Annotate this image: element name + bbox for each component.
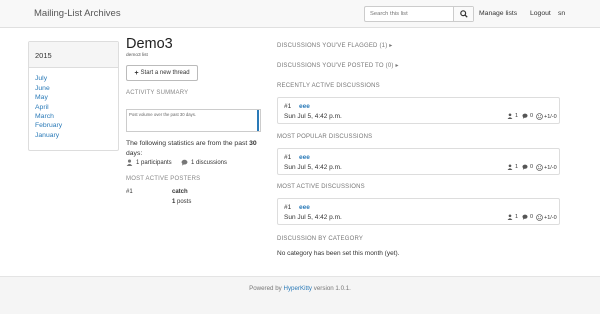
thread-replies: 0 bbox=[522, 113, 533, 119]
search-button[interactable] bbox=[453, 7, 473, 21]
thread-participants: 1 bbox=[507, 113, 518, 119]
thread-votes: +1/-0 bbox=[536, 164, 557, 171]
thread-card[interactable]: #1 eee Sun Jul 5, 4:42 p.m. 1 0 +1/-0 bbox=[277, 97, 560, 124]
discussions-count: 1 discussions bbox=[191, 159, 228, 166]
stats-prefix: The following statistics are from the pa… bbox=[126, 140, 250, 147]
poster-name[interactable]: catch bbox=[172, 189, 188, 195]
search-input[interactable] bbox=[365, 7, 455, 21]
sidebar-year-header: 2015 bbox=[29, 42, 118, 68]
month-link[interactable]: February bbox=[35, 122, 62, 129]
thread-date: Sun Jul 5, 4:42 p.m. bbox=[284, 164, 342, 171]
most-popular-title: MOST POPULAR DISCUSSIONS bbox=[277, 134, 373, 140]
manage-lists-link[interactable]: Manage lists bbox=[479, 10, 517, 17]
user-icon bbox=[126, 159, 133, 166]
poster-posts: 1 posts bbox=[172, 199, 191, 205]
site-brand[interactable]: Mailing-List Archives bbox=[34, 8, 121, 19]
hyperkitty-link[interactable]: HyperKitty bbox=[283, 285, 312, 292]
activity-chart: Post volume over the past 30 days. bbox=[126, 109, 261, 132]
thread-replies: 0 bbox=[522, 164, 533, 170]
thread-date: Sun Jul 5, 4:42 p.m. bbox=[284, 113, 342, 120]
thread-card[interactable]: #1 eee Sun Jul 5, 4:42 p.m. 1 0 +1/-0 bbox=[277, 148, 560, 175]
most-active-posters-title: MOST ACTIVE POSTERS bbox=[126, 176, 201, 182]
smile-icon bbox=[536, 164, 543, 171]
thread-subject[interactable]: eee bbox=[299, 103, 310, 110]
stats-text: The following statistics are from the pa… bbox=[126, 139, 266, 159]
recently-active-title: RECENTLY ACTIVE DISCUSSIONS bbox=[277, 83, 380, 89]
discussions-stat: 1 discussions bbox=[181, 159, 227, 166]
caret-right-icon: ▸ bbox=[395, 63, 399, 69]
thread-replies: 0 bbox=[522, 214, 533, 220]
by-category-title: DISCUSSION BY CATEGORY bbox=[277, 236, 364, 242]
replies-count: 0 bbox=[530, 164, 534, 170]
month-link[interactable]: June bbox=[35, 85, 50, 92]
list-subtitle: demo3 list bbox=[126, 53, 148, 58]
new-thread-label: Start a new thread bbox=[140, 70, 190, 76]
page-footer: Powered by HyperKitty version 1.0.1. bbox=[0, 276, 600, 314]
stats-suffix: days: bbox=[126, 150, 143, 157]
chart-caption: Post volume over the past 30 days. bbox=[129, 112, 197, 117]
activity-summary-title: ACTIVITY SUMMARY bbox=[126, 90, 189, 96]
participants-count: 1 bbox=[515, 164, 519, 170]
thread-number: #1 bbox=[284, 154, 292, 161]
smile-icon bbox=[536, 214, 543, 221]
user-icon bbox=[507, 113, 513, 119]
smile-icon bbox=[536, 113, 543, 120]
user-icon bbox=[507, 164, 513, 170]
new-thread-button[interactable]: + Start a new thread bbox=[126, 65, 198, 81]
posted-discussions-label: DISCUSSIONS YOU'VE POSTED TO (0) bbox=[277, 63, 394, 69]
footer-suffix: version 1.0.1. bbox=[312, 285, 351, 292]
poster-posts-label: posts bbox=[175, 199, 192, 205]
footer-prefix: Powered by bbox=[249, 285, 284, 292]
comment-icon bbox=[522, 164, 528, 170]
thread-number: #1 bbox=[284, 103, 292, 110]
thread-votes: +1/-0 bbox=[536, 214, 557, 221]
top-navbar: Mailing-List Archives Manage lists Logou… bbox=[0, 0, 600, 28]
footer-text: Powered by HyperKitty version 1.0.1. bbox=[0, 285, 600, 292]
plus-icon: + bbox=[134, 69, 139, 77]
thread-number: #1 bbox=[284, 204, 292, 211]
logout-link[interactable]: Logout bbox=[530, 10, 551, 17]
activity-bar bbox=[256, 110, 259, 131]
thread-subject[interactable]: eee bbox=[299, 204, 310, 211]
main-content: 2015 July June May April March February … bbox=[0, 28, 600, 276]
replies-count: 0 bbox=[530, 214, 534, 220]
month-link[interactable]: March bbox=[35, 113, 54, 120]
comment-icon bbox=[522, 113, 528, 119]
comment-icon bbox=[522, 214, 528, 220]
replies-count: 0 bbox=[530, 113, 534, 119]
sidebar-year[interactable]: 2015 bbox=[35, 51, 52, 60]
thread-participants: 1 bbox=[507, 164, 518, 170]
comment-icon bbox=[181, 159, 188, 166]
user-icon bbox=[507, 214, 513, 220]
participants-stat: 1 participants bbox=[126, 159, 172, 166]
user-menu[interactable]: sn bbox=[558, 10, 565, 17]
month-link[interactable]: January bbox=[35, 132, 59, 139]
search-box bbox=[364, 6, 474, 22]
participants-count: 1 bbox=[515, 214, 519, 220]
thread-date: Sun Jul 5, 4:42 p.m. bbox=[284, 214, 342, 221]
thread-subject[interactable]: eee bbox=[299, 154, 310, 161]
caret-right-icon: ▸ bbox=[389, 43, 393, 49]
votes-count: +1/-0 bbox=[544, 113, 557, 120]
thread-votes: +1/-0 bbox=[536, 113, 557, 120]
participants-count: 1 bbox=[515, 113, 519, 119]
stats-days: 30 bbox=[249, 140, 257, 147]
thread-card[interactable]: #1 eee Sun Jul 5, 4:42 p.m. 1 0 +1/-0 bbox=[277, 198, 560, 225]
participants-count: 1 participants bbox=[136, 159, 172, 166]
poster-rank: #1 bbox=[126, 189, 133, 195]
votes-count: +1/-0 bbox=[544, 214, 557, 221]
votes-count: +1/-0 bbox=[544, 164, 557, 171]
thread-participants: 1 bbox=[507, 214, 518, 220]
flagged-discussions-label: DISCUSSIONS YOU'VE FLAGGED (1) bbox=[277, 43, 388, 49]
month-link[interactable]: April bbox=[35, 104, 49, 111]
search-icon bbox=[459, 10, 468, 18]
no-category-text: No category has been set this month (yet… bbox=[277, 250, 400, 257]
posted-discussions-link[interactable]: DISCUSSIONS YOU'VE POSTED TO (0) ▸ bbox=[277, 62, 399, 69]
archive-sidebar: 2015 July June May April March February … bbox=[28, 41, 119, 151]
most-active-title: MOST ACTIVE DISCUSSIONS bbox=[277, 184, 365, 190]
month-link[interactable]: May bbox=[35, 94, 48, 101]
flagged-discussions-link[interactable]: DISCUSSIONS YOU'VE FLAGGED (1) ▸ bbox=[277, 42, 392, 49]
list-title: Demo3 bbox=[126, 36, 173, 52]
month-link[interactable]: July bbox=[35, 75, 47, 82]
